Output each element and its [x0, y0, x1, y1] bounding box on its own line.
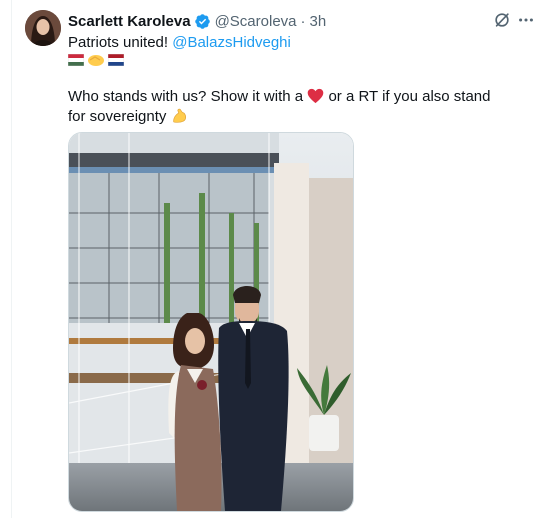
netherlands-flag: [108, 54, 124, 66]
tweet-text: Patriots united!: [68, 34, 173, 51]
display-name[interactable]: Scarlett Karoleva: [68, 13, 191, 30]
avatar[interactable]: [25, 10, 61, 46]
mention-link[interactable]: @BalazsHidveghi: [172, 34, 291, 51]
tweet-text-body: Who stands with us? Show it with a or a …: [68, 87, 508, 127]
grok-icon[interactable]: [493, 11, 511, 29]
handshake: [88, 55, 104, 66]
woman: [168, 313, 222, 511]
red-heart: [307, 88, 324, 104]
tweet-text-a: Who stands with us? Show it with a: [68, 88, 308, 105]
photo-image: [69, 133, 353, 511]
tweet-text-line1: Patriots united! @BalazsHidveghi: [68, 33, 291, 53]
flexed-biceps: [172, 108, 186, 123]
separator: ·: [300, 12, 306, 30]
tweet-header: Scarlett Karoleva @Scaroleva · 3h: [68, 11, 326, 31]
verified-badge-icon: [194, 13, 210, 29]
hungary-flag: [68, 54, 84, 66]
handle[interactable]: @Scaroleva: [215, 13, 297, 30]
more-icon[interactable]: [517, 11, 535, 29]
tweet-photo[interactable]: [68, 132, 354, 512]
emoji-row: [68, 52, 124, 68]
thread-divider: [11, 0, 12, 518]
timestamp[interactable]: 3h: [310, 13, 327, 30]
